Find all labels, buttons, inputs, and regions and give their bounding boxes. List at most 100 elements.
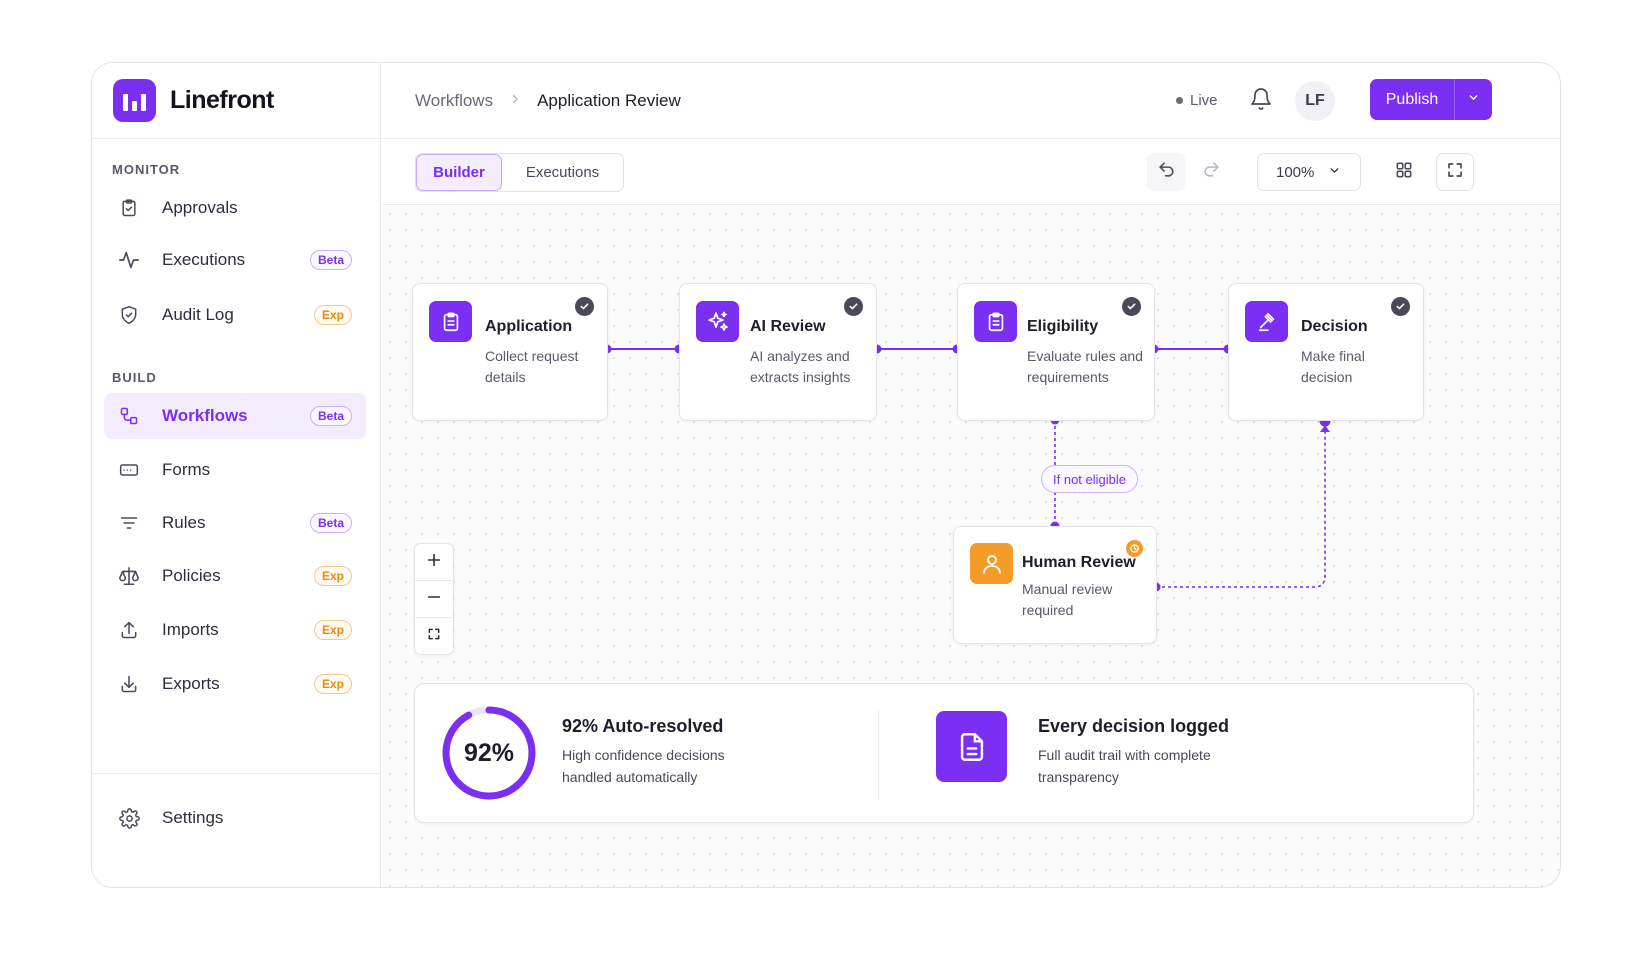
redo-button[interactable]: [1192, 153, 1230, 191]
activity-icon: [118, 249, 140, 271]
sidebar-item-label: Settings: [162, 808, 224, 827]
connector-human-review-decision: [1156, 430, 1326, 588]
sidebar-item-label: Rules: [162, 513, 206, 532]
check-circle-icon: [1391, 297, 1410, 316]
scale-icon: [118, 565, 140, 587]
beta-badge: Beta: [309, 250, 352, 270]
header: Workflows Application Review Live LF Pub…: [382, 63, 1560, 139]
node-title: Application: [485, 318, 573, 335]
fullscreen-button[interactable]: [1436, 153, 1474, 191]
sidebar-item-audit-log[interactable]: Audit Log Exp: [104, 292, 366, 338]
node-title: Decision: [1301, 318, 1368, 335]
sidebar-item-label: Approvals: [162, 198, 238, 217]
sidebar-item-policies[interactable]: Policies Exp: [104, 553, 366, 599]
node-title: AI Review: [750, 318, 826, 335]
node-title: Human Review: [1022, 554, 1136, 571]
node-description: Manual review required: [1022, 581, 1113, 618]
sidebar-item-label: Forms: [162, 460, 211, 479]
clipboard-icon: [974, 301, 1017, 342]
exp-badge: Exp: [313, 674, 352, 694]
publish-options-button[interactable]: [1455, 79, 1492, 120]
branch-label[interactable]: If not eligible: [1041, 465, 1138, 493]
node-description: AI analyzes and extracts insights: [750, 348, 851, 385]
workflow-node-application[interactable]: Application Collect request details: [412, 283, 608, 421]
sidebar-item-label: Workflows: [162, 406, 248, 425]
chevron-right-icon: [509, 92, 521, 110]
status-label: Live: [1190, 92, 1218, 109]
fit-view-button[interactable]: [415, 618, 453, 655]
status-indicator: Live: [1176, 92, 1218, 109]
bell-icon[interactable]: [1249, 86, 1275, 114]
filter-icon: [118, 512, 140, 534]
logged-description: Full audit trail with complete transpare…: [1038, 747, 1211, 785]
clock-icon: [1126, 540, 1143, 557]
workflow-node-ai-review[interactable]: AI Review AI analyzes and extracts insig…: [679, 283, 877, 421]
sparkles-icon: [696, 301, 739, 342]
workflow-node-eligibility[interactable]: Eligibility Evaluate rules and requireme…: [957, 283, 1155, 421]
zoom-out-button[interactable]: [415, 581, 453, 618]
workflow-node-decision[interactable]: Decision Make final decision: [1228, 283, 1424, 421]
sidebar-item-imports[interactable]: Imports Exp: [104, 607, 366, 653]
gavel-icon: [1245, 301, 1288, 342]
toolbar: Builder Executions 100%: [382, 140, 1560, 205]
auto-resolved-description: High confidence decisions handled automa…: [562, 747, 725, 785]
stats-divider: [878, 710, 879, 798]
auto-resolved-title: 92% Auto-resolved: [562, 716, 724, 736]
breadcrumb: Workflows Application Review: [382, 91, 681, 111]
sidebar-item-label: Exports: [162, 674, 220, 693]
download-icon: [118, 673, 140, 695]
app-window: Linefront MONITOR Approvals Executions B…: [91, 62, 1561, 888]
sidebar-item-executions[interactable]: Executions Beta: [104, 237, 366, 283]
brand-name: Linefront: [170, 86, 274, 114]
view-tabs: Builder Executions: [415, 153, 624, 192]
breadcrumb-workflows[interactable]: Workflows: [415, 91, 493, 111]
clipboard-icon: [429, 301, 472, 342]
zoom-select[interactable]: 100%: [1257, 153, 1361, 191]
undo-button[interactable]: [1147, 153, 1185, 191]
expand-icon: [1446, 161, 1464, 184]
auto-resolved-value: 92%: [463, 738, 515, 767]
avatar[interactable]: LF: [1295, 81, 1335, 121]
redo-icon: [1202, 160, 1221, 184]
shield-check-icon: [118, 304, 140, 326]
document-icon: [936, 711, 1007, 782]
status-dot: [1176, 97, 1183, 104]
publish-button[interactable]: Publish: [1370, 79, 1455, 120]
sidebar-item-forms[interactable]: Forms: [104, 447, 366, 493]
exp-badge: Exp: [313, 566, 352, 586]
grid-view-button[interactable]: [1385, 153, 1423, 191]
grid-icon: [1394, 160, 1414, 185]
node-description: Make final decision: [1301, 348, 1365, 385]
sidebar-item-settings[interactable]: Settings: [104, 795, 366, 841]
zoom-in-button[interactable]: [415, 544, 453, 581]
plus-icon: [426, 552, 442, 573]
beta-badge: Beta: [309, 513, 352, 533]
sidebar-divider: [92, 773, 380, 774]
page-title: Application Review: [537, 90, 681, 110]
tab-builder[interactable]: Builder: [416, 154, 502, 191]
upload-icon: [118, 619, 140, 641]
gear-icon: [118, 807, 140, 829]
tab-executions[interactable]: Executions: [502, 154, 623, 191]
check-circle-icon: [844, 297, 863, 316]
workflow-canvas[interactable]: Application Collect request details AI R…: [382, 206, 1560, 887]
workflow-node-human-review[interactable]: Human Review Manual review required: [953, 526, 1157, 644]
sidebar-item-workflows[interactable]: Workflows Beta: [104, 393, 366, 439]
sidebar: Linefront MONITOR Approvals Executions B…: [92, 63, 381, 887]
exp-badge: Exp: [313, 305, 352, 325]
sidebar-item-approvals[interactable]: Approvals: [104, 185, 366, 231]
beta-badge: Beta: [309, 406, 352, 426]
stats-card: 92% 92% Auto-resolved High confidence de…: [414, 683, 1474, 823]
sidebar-item-exports[interactable]: Exports Exp: [104, 661, 366, 707]
workflow-icon: [118, 405, 140, 427]
brand[interactable]: Linefront: [92, 63, 380, 139]
expand-icon: [427, 627, 441, 646]
section-label-build: BUILD: [112, 370, 157, 385]
minus-icon: [426, 589, 442, 610]
canvas-zoom-controls: [414, 543, 454, 655]
check-circle-icon: [1122, 297, 1141, 316]
sidebar-item-label: Executions: [162, 250, 246, 269]
form-icon: [118, 459, 140, 481]
sidebar-item-rules[interactable]: Rules Beta: [104, 500, 366, 546]
node-title: Eligibility: [1027, 318, 1099, 335]
